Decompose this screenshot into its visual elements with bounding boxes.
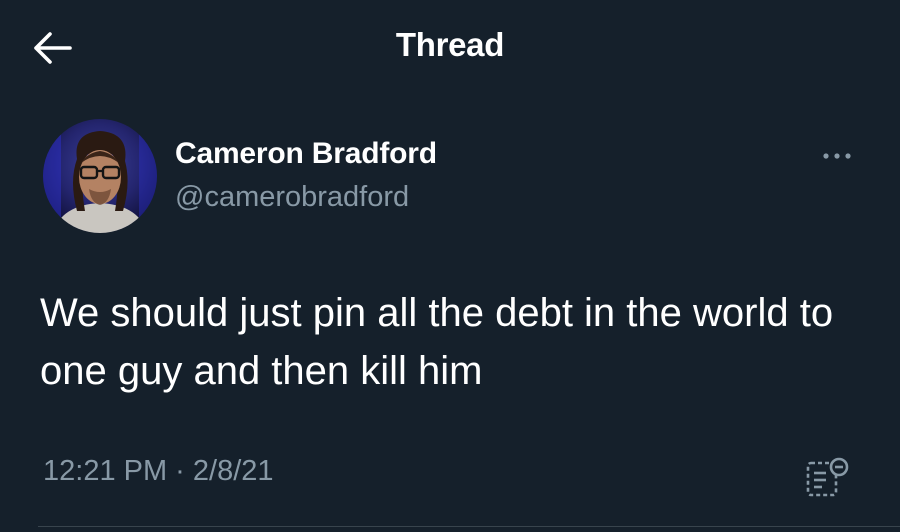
avatar-photo <box>43 119 157 233</box>
view-analytics-button[interactable] <box>804 455 852 503</box>
author-display-name[interactable]: Cameron Bradford <box>175 137 437 171</box>
more-options-button[interactable] <box>818 144 858 168</box>
more-horizontal-icon <box>823 153 851 159</box>
author-handle[interactable]: @camerobradford <box>175 181 409 214</box>
tweet-text: We should just pin all the debt in the w… <box>40 291 834 393</box>
divider <box>38 526 900 527</box>
avatar[interactable] <box>43 119 157 233</box>
analytics-icon <box>806 457 849 497</box>
tweet-timestamp[interactable]: 12:21 PM · 2/8/21 <box>43 455 274 488</box>
page-title: Thread <box>395 26 505 63</box>
header-bar: Thread <box>0 0 900 96</box>
